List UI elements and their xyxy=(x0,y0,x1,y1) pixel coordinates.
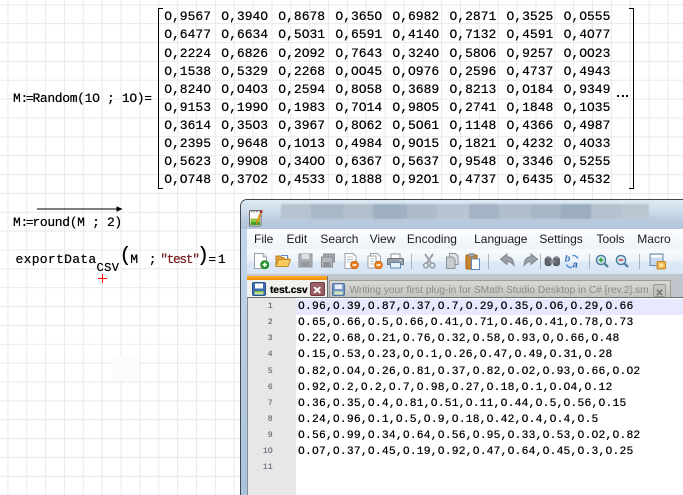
svg-text:a: a xyxy=(573,260,578,270)
svg-text:b: b xyxy=(565,254,571,265)
